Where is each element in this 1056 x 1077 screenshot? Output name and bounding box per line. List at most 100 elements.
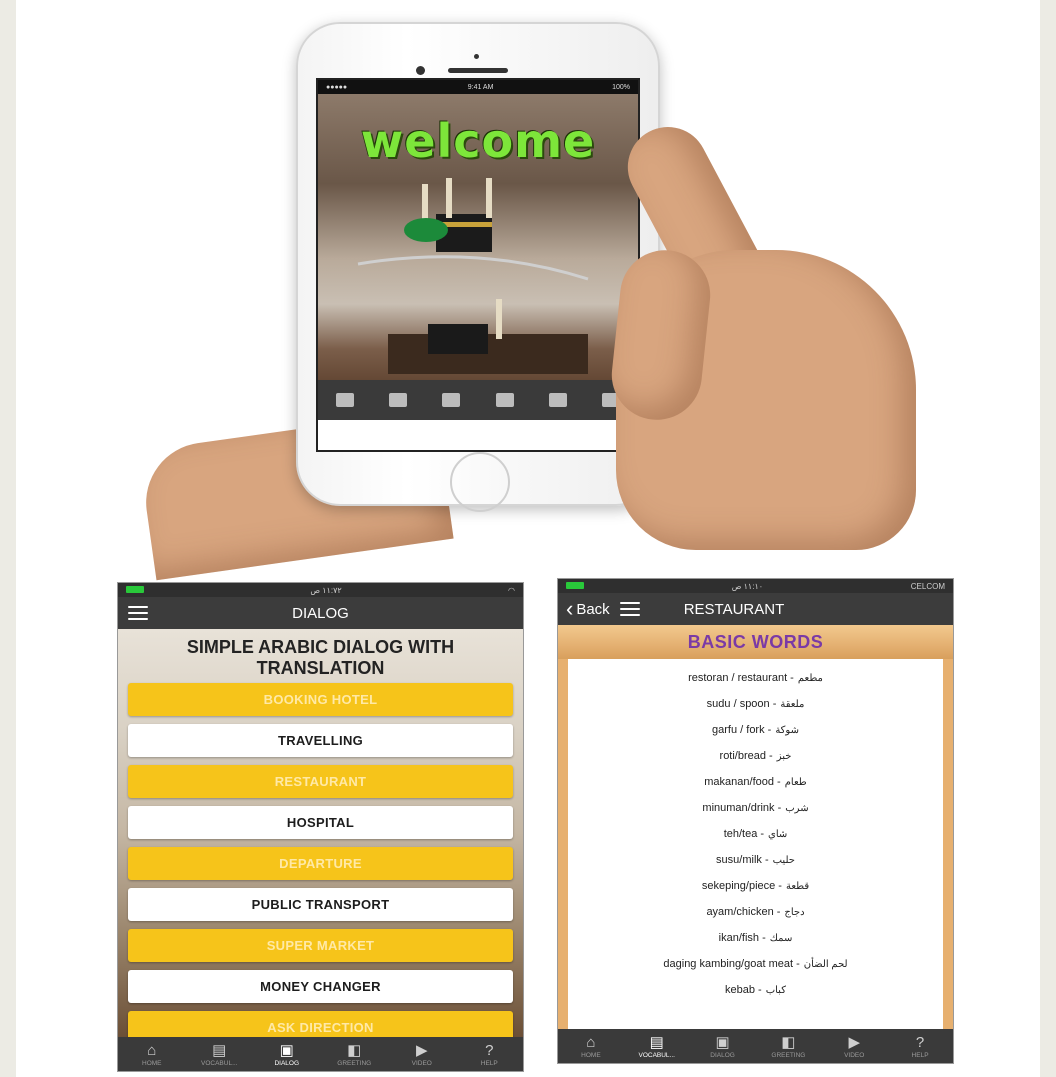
dialog-topic-money-changer[interactable]: MONEY CHANGER xyxy=(128,970,513,1003)
tab-help-label: HELP xyxy=(480,1059,498,1067)
tab-help[interactable]: ? HELP xyxy=(895,1034,945,1059)
word-latin: restoran / restaurant - xyxy=(688,672,794,684)
phone-camera xyxy=(416,66,425,75)
tab-greeting[interactable]: ◧ GREETING xyxy=(329,1042,379,1067)
tab-help-label: HELP xyxy=(911,1051,929,1059)
section-header: BASIC WORDS xyxy=(558,625,953,661)
word-latin: minuman/drink - xyxy=(702,802,782,814)
dialog-tab-bar: ⌂ HOME ▤ VOCABUL... ▣ DIALOG ◧ GREETING ▶ VID… xyxy=(118,1037,523,1071)
tab-help[interactable]: ? HELP xyxy=(464,1042,514,1067)
restaurant-status-time: ١١:١٠ ص xyxy=(731,581,764,591)
list-item[interactable]: ikan/fish - سمك xyxy=(572,925,939,951)
restaurant-status-bar: ١١:١٠ ص CELCOM xyxy=(558,579,953,593)
phone-app-toolbar xyxy=(318,380,638,420)
list-item[interactable]: roti/bread - خبز xyxy=(572,743,939,769)
dialog-nav-title: DIALOG xyxy=(292,604,349,622)
word-latin: sekeping/piece - xyxy=(701,880,782,892)
tab-greeting[interactable]: ◧ GREETING xyxy=(763,1034,813,1059)
list-item[interactable]: restoran / restaurant - مطعم xyxy=(572,665,939,691)
phone-toolbar-video-icon xyxy=(548,393,567,407)
word-arabic: حليب xyxy=(772,854,795,866)
word-latin: kebab - xyxy=(725,984,762,996)
menu-icon[interactable] xyxy=(128,606,148,620)
phone-signal-icon: ●●●●● ︎ xyxy=(326,83,350,91)
chat-bubble-icon: ▣ xyxy=(279,1041,294,1059)
tab-video[interactable]: ▶ VIDEO xyxy=(397,1042,447,1067)
tab-video[interactable]: ▶ VIDEO xyxy=(829,1034,879,1059)
tab-dialog[interactable]: ▣ DIALOG xyxy=(698,1034,748,1059)
phone-status-bar: ●●●●● ︎ 9:41 AM 100% xyxy=(318,80,638,94)
tab-vocabulary[interactable]: ▤ VOCABUL... xyxy=(194,1042,244,1067)
dialog-topic-departure[interactable]: DEPARTURE xyxy=(128,847,513,880)
tab-vocabulary-label: VOCABUL... xyxy=(638,1051,675,1059)
word-arabic: لحم الضأن xyxy=(803,958,848,970)
dialog-topic-hospital[interactable]: HOSPITAL xyxy=(128,806,513,839)
word-latin: sudu / spoon - xyxy=(706,698,777,710)
list-item[interactable]: ayam/chicken - دجاج xyxy=(572,899,939,925)
restaurant-status-carrier: CELCOM xyxy=(910,581,945,591)
dialog-screen: ١١:٧٢ ص ◠ DIALOG SIMPLE ARABIC DIALOG WI… xyxy=(117,582,524,1072)
tab-vocabulary[interactable]: ▤ VOCABUL... xyxy=(632,1034,682,1059)
list-item[interactable]: kebab - كباب xyxy=(572,977,939,1003)
tab-home[interactable]: ⌂ HOME xyxy=(566,1034,616,1059)
tab-home[interactable]: ⌂ HOME xyxy=(127,1042,177,1067)
restaurant-screen: ١١:١٠ ص CELCOM ‹ Back RESTAURANT BASIC W… xyxy=(557,578,954,1064)
tab-dialog-label: DIALOG xyxy=(710,1051,735,1059)
list-item[interactable]: minuman/drink - شرب xyxy=(572,795,939,821)
dialog-topic-public-transport[interactable]: PUBLIC TRANSPORT xyxy=(128,888,513,921)
word-latin: susu/milk - xyxy=(716,854,769,866)
tab-video-label: VIDEO xyxy=(844,1051,865,1059)
tab-greeting-label: GREETING xyxy=(337,1059,372,1067)
tab-dialog[interactable]: ▣ DIALOG xyxy=(262,1042,312,1067)
word-arabic: قطعة xyxy=(785,880,810,892)
video-play-icon: ▶ xyxy=(848,1033,860,1051)
tab-home-label: HOME xyxy=(142,1059,162,1067)
phone-screen: ●●●●● ︎ 9:41 AM 100% welcome xyxy=(316,78,640,452)
word-arabic: شوكة xyxy=(775,724,799,736)
restaurant-tab-bar: ⌂ HOME ▤ VOCABUL... ▣ DIALOG ◧ GREETING ▶ VID… xyxy=(558,1029,953,1063)
kaaba-illustration xyxy=(357,178,589,374)
dialog-topic-restaurant[interactable]: RESTAURANT xyxy=(128,765,513,798)
phone-sensor xyxy=(474,54,479,59)
word-arabic: دجاج xyxy=(784,906,805,918)
list-item[interactable]: teh/tea - شاي xyxy=(572,821,939,847)
chat-bubble-icon: ▣ xyxy=(715,1033,730,1051)
word-arabic: شرب xyxy=(785,802,809,814)
word-latin: makanan/food - xyxy=(704,776,781,788)
figure-frame: ●●●●● ︎ 9:41 AM 100% welcome ١١:٧٢ ص ◠ D… xyxy=(16,0,1040,1077)
back-button[interactable]: ‹ Back xyxy=(566,598,610,620)
word-arabic: خبز xyxy=(776,750,792,762)
list-item[interactable]: garfu / fork - شوكة xyxy=(572,717,939,743)
welcome-splash-image: welcome xyxy=(318,94,638,394)
list-item[interactable]: susu/milk - حليب xyxy=(572,847,939,873)
word-list: restoran / restaurant - مطعم sudu / spoon… xyxy=(572,665,939,1003)
dialog-status-bar: ١١:٧٢ ص ◠ xyxy=(118,583,523,597)
dialog-heading: SIMPLE ARABIC DIALOG WITH TRANSLATION xyxy=(186,637,455,678)
phone-home-button xyxy=(450,452,510,512)
tab-greeting-label: GREETING xyxy=(771,1051,806,1059)
phone-toolbar-chat-icon xyxy=(442,393,461,407)
dialog-battery-icon xyxy=(126,585,144,595)
section-title: BASIC WORDS xyxy=(687,631,824,652)
book-icon: ▤ xyxy=(212,1041,227,1059)
speech-bubbles-icon: ◧ xyxy=(781,1033,796,1051)
tab-video-label: VIDEO xyxy=(411,1059,432,1067)
menu-icon[interactable] xyxy=(619,602,640,616)
phone-toolbar-greeting-icon xyxy=(495,393,514,407)
tab-home-label: HOME xyxy=(581,1051,601,1059)
word-arabic: سمك xyxy=(769,932,793,944)
dialog-topic-super-market[interactable]: SUPER MARKET xyxy=(128,929,513,962)
dialog-status-time: ١١:٧٢ ص xyxy=(310,585,342,595)
list-item[interactable]: daging kambing/goat meat - لحم الضأن xyxy=(572,951,939,977)
word-latin: garfu / fork - xyxy=(712,724,772,736)
word-arabic: شاي xyxy=(768,828,788,840)
list-item[interactable]: makanan/food - طعام xyxy=(572,769,939,795)
word-list-panel: restoran / restaurant - مطعم sudu / spoon… xyxy=(558,659,953,1029)
word-arabic: ملعقة xyxy=(780,698,805,710)
dialog-topic-booking-hotel[interactable]: BOOKING HOTEL xyxy=(128,683,513,716)
word-arabic: كباب xyxy=(765,984,786,996)
list-item[interactable]: sekeping/piece - قطعة xyxy=(572,873,939,899)
list-item[interactable]: sudu / spoon - ملعقة xyxy=(572,691,939,717)
dialog-topic-travelling[interactable]: TRAVELLING xyxy=(128,724,513,757)
phone-status-time: 9:41 AM xyxy=(467,83,494,91)
